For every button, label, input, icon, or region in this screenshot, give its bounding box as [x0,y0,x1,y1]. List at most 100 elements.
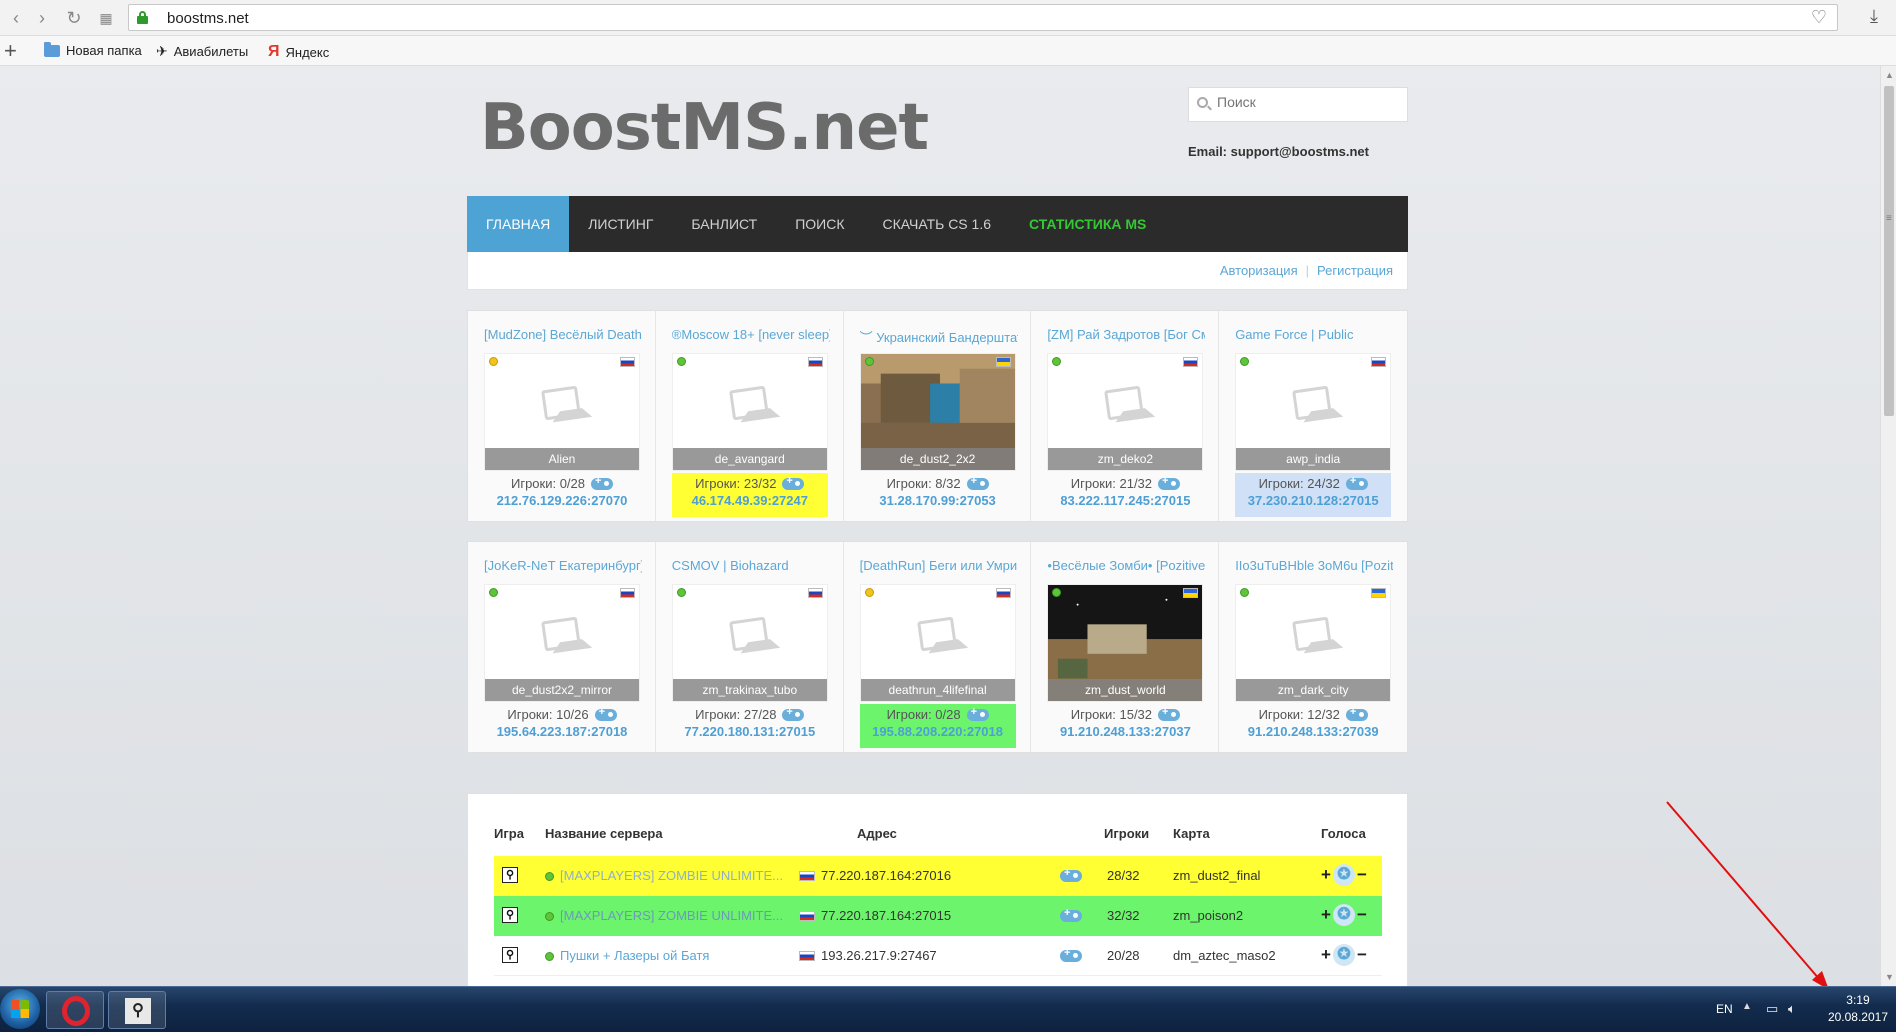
nav-listing[interactable]: ЛИСТИНГ [569,196,672,252]
back-icon[interactable]: ‹ [4,6,28,30]
gamepad-icon[interactable] [1158,706,1181,721]
server-card[interactable]: ︶ Украинский Бандерштат de_dust2_2x2 Игрок… [844,311,1032,521]
server-card[interactable]: [MudZone] Весёлый DeathRun Alien Игроки: 0… [468,311,656,521]
nav-banlist[interactable]: БАНЛИСТ [672,196,776,252]
taskbar-cs[interactable]: ⚲ [108,991,166,1029]
gamepad-icon[interactable] [594,706,617,721]
scroll-down-icon[interactable]: ▼ [1885,972,1894,982]
server-thumbnail[interactable]: deathrun_4lifefinal [859,584,1016,702]
server-card[interactable]: [ZM] Рай Задротов [Бог Смерти] zm_deko2 Иг… [1031,311,1220,521]
gamepad-icon[interactable] [591,475,614,490]
server-title[interactable]: ®Moscow 18+ [never sleep] [672,327,830,342]
login-link[interactable]: Авторизация [1220,263,1298,278]
server-thumbnail[interactable]: de_dust2x2_mirror [484,584,640,702]
volume-icon[interactable]: 🔈︎ [1788,1001,1796,1017]
server-thumbnail[interactable]: zm_dust_world [1047,584,1204,702]
server-title[interactable]: ︶ Украинский Бандерштат [860,327,1018,346]
server-title[interactable]: [DeathRun] Беги или Умри | [860,558,1018,573]
gamepad-icon[interactable] [782,475,805,490]
server-card[interactable]: CSMOV | Biohazard zm_trakinax_tubo Игроки:… [656,542,844,752]
table-row[interactable]: ⚲ [MAXPLAYERS] ZOMBIE UNLIMITE... 77.220.1… [494,856,1382,896]
server-ip[interactable]: 31.28.170.99:27053 [860,493,1016,508]
server-card[interactable]: ®Moscow 18+ [never sleep] de_avangard Игро… [656,311,844,521]
server-ip[interactable]: 91.210.248.133:27037 [1047,724,1203,739]
site-search[interactable] [1188,87,1408,122]
server-card[interactable]: [JoKeR-NeT Екатеринбург] Л de_dust2x2_mir… [468,542,656,752]
nav-stats[interactable]: СТАТИСТИКА MS [1010,196,1165,252]
clock[interactable]: 3:19 20.08.2017 [1828,992,1888,1026]
speed-dial-icon[interactable]: ▦ [94,6,118,30]
scroll-up-icon[interactable]: ▲ [1885,70,1894,80]
show-hidden-icons[interactable]: ▲ [1742,1001,1752,1012]
server-ip[interactable]: 195.64.223.187:27018 [484,724,640,739]
server-ip[interactable]: 37.230.210.128:27015 [1235,493,1391,508]
network-icon[interactable]: ▭ [1766,1001,1778,1017]
server-ip[interactable]: 91.210.248.133:27039 [1235,724,1391,739]
vote-up-icon[interactable]: + [1321,865,1331,885]
server-card[interactable]: IIo3uTuBHble 3oM6u [Pozitiv zm_dark_city И… [1219,542,1407,752]
url-field[interactable]: boostms.net ♡ [128,4,1838,31]
bookmark-heart-icon[interactable]: ♡ [1811,7,1827,28]
language-indicator[interactable]: EN [1716,1002,1733,1016]
vote-down-icon[interactable]: − [1357,865,1367,885]
forward-icon[interactable]: › [30,6,54,30]
nav-search[interactable]: ПОИСК [776,196,863,252]
server-name-link[interactable]: [MAXPLAYERS] ZOMBIE UNLIMITE... [560,908,783,923]
bookmark-flights[interactable]: ✈ Авиабилеты [156,43,248,60]
server-card[interactable]: Game Force | Public awp_india Игроки: 24/3… [1219,311,1407,521]
server-name-link[interactable]: Пушки + Лазеры ой Батя [560,948,709,963]
server-thumbnail[interactable]: de_dust2_2x2 [859,353,1016,471]
server-ip[interactable]: 46.174.49.39:27247 [672,493,828,508]
table-row[interactable]: ⚲ Пушки + Лазеры ой Батя 193.26.217.9:2746… [494,936,1382,976]
site-logo[interactable]: BoostMS.net [480,91,929,165]
status-dot [864,357,874,366]
table-row[interactable]: ⚲ [MAXPLAYERS] ZOMBIE UNLIMITE... 77.220.1… [494,896,1382,936]
server-name-link[interactable]: [MAXPLAYERS] ZOMBIE UNLIMITE... [560,868,783,883]
download-icon[interactable]: ⤓ [1870,6,1878,27]
server-title[interactable]: CSMOV | Biohazard [672,558,830,573]
scroll-thumb[interactable] [1884,86,1894,416]
server-thumbnail[interactable]: de_avangard [671,353,828,471]
vote-up-icon[interactable]: + [1321,945,1331,965]
server-thumbnail[interactable]: awp_india [1235,353,1392,471]
register-link[interactable]: Регистрация [1317,263,1393,278]
server-ip[interactable]: 77.220.180.131:27015 [672,724,828,739]
search-input[interactable] [1217,94,1397,110]
add-bookmark-icon[interactable]: + [4,38,17,64]
server-title[interactable]: [JoKeR-NeT Екатеринбург] Л [484,558,642,573]
gamepad-icon[interactable] [1345,475,1368,490]
server-title[interactable]: IIo3uTuBHble 3oM6u [Pozitiv [1235,558,1393,573]
server-thumbnail[interactable]: zm_trakinax_tubo [671,584,828,702]
vote-down-icon[interactable]: − [1357,905,1367,925]
gamepad-icon[interactable] [1345,706,1368,721]
vote-down-icon[interactable]: − [1357,945,1367,965]
page-scrollbar[interactable]: ▲ ≡ ▼ [1880,66,1896,986]
reload-icon[interactable]: ↻ [62,6,86,30]
server-card[interactable]: [DeathRun] Беги или Умри | deathrun_4life… [844,542,1032,752]
server-title[interactable]: Game Force | Public [1235,327,1393,342]
server-title[interactable]: [ZM] Рай Задротов [Бог Смерти] [1047,327,1205,342]
gamepad-icon[interactable] [966,475,989,490]
gamepad-icon[interactable] [1158,475,1181,490]
server-thumbnail[interactable]: zm_dark_city [1235,584,1392,702]
bookmark-yandex[interactable]: Я Яндекс [268,43,329,61]
gamepad-icon[interactable] [1060,947,1082,962]
server-ip[interactable]: 212.76.129.226:27070 [484,493,640,508]
server-thumbnail[interactable]: zm_deko2 [1047,353,1204,471]
server-ip[interactable]: 195.88.208.220:27018 [860,724,1016,739]
nav-download-cs[interactable]: СКАЧАТЬ CS 1.6 [863,196,1010,252]
vote-up-icon[interactable]: + [1321,905,1331,925]
nav-home[interactable]: ГЛАВНАЯ [467,196,570,252]
gamepad-icon[interactable] [1060,907,1082,922]
gamepad-icon[interactable] [966,706,989,721]
taskbar-opera[interactable] [46,991,104,1029]
server-ip[interactable]: 83.222.117.245:27015 [1047,493,1203,508]
bookmark-new-folder[interactable]: Новая папка [44,41,142,58]
server-title[interactable]: [MudZone] Весёлый DeathRun [484,327,642,342]
start-button[interactable] [0,989,40,1029]
server-title[interactable]: •Весёлые Зомби• [Pozitive-Z [1047,558,1205,573]
gamepad-icon[interactable] [782,706,805,721]
server-card[interactable]: •Весёлые Зомби• [Pozitive-Z zm_dust_world… [1031,542,1220,752]
gamepad-icon[interactable] [1060,867,1082,882]
server-thumbnail[interactable]: Alien [484,353,640,471]
